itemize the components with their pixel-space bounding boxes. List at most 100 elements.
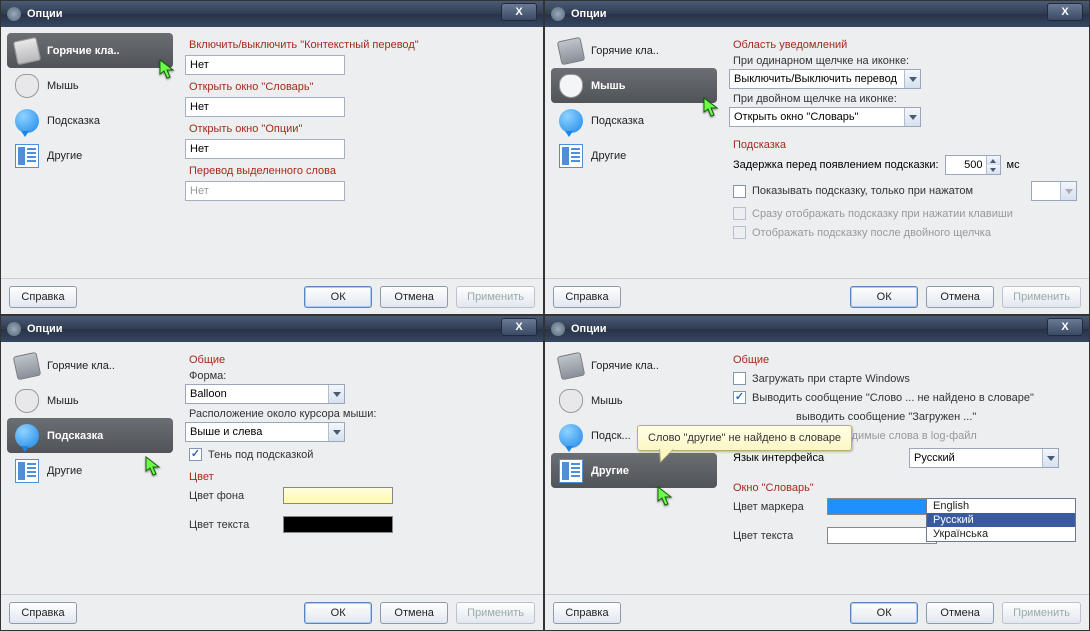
- sidebar-item-mouse[interactable]: Мышь: [7, 68, 173, 103]
- help-button[interactable]: Справка: [9, 602, 77, 624]
- sidebar-item-other[interactable]: Другие: [7, 138, 173, 173]
- checkbox-loaded-msg[interactable]: выводить сообщение "Загружен ...": [777, 410, 1077, 423]
- spin-down-icon[interactable]: [987, 165, 1000, 174]
- close-button[interactable]: X: [1047, 318, 1083, 336]
- section-color: Цвет: [189, 471, 531, 483]
- cancel-button[interactable]: Отмена: [926, 602, 994, 624]
- bgcolor-swatch[interactable]: [283, 487, 393, 504]
- cancel-button[interactable]: Отмена: [380, 286, 448, 308]
- footer: Справка ОК Отмена Применить: [545, 594, 1089, 630]
- marker-color-swatch[interactable]: [827, 498, 937, 515]
- help-button[interactable]: Справка: [553, 602, 621, 624]
- footer: Справка ОК Отмена Применить: [545, 278, 1089, 314]
- textcolor-swatch[interactable]: [283, 516, 393, 533]
- close-button[interactable]: X: [1047, 3, 1083, 21]
- help-button[interactable]: Справка: [553, 286, 621, 308]
- sidebar-item-hotkeys[interactable]: Горячие кла..: [551, 348, 717, 383]
- checkbox-immediate: Сразу отображать подсказку при нажатии к…: [733, 207, 1077, 220]
- label-single-click: При одинарном щелчке на иконке:: [733, 55, 1077, 67]
- book-icon: [13, 36, 41, 64]
- sidebar-item-tooltip[interactable]: Подсказка: [551, 103, 717, 138]
- titlebar[interactable]: Опции X: [545, 316, 1089, 342]
- label-text-color: Цвет текста: [733, 530, 821, 542]
- chevron-down-icon[interactable]: [904, 108, 920, 126]
- sidebar-item-hotkeys[interactable]: Горячие кла..: [7, 348, 173, 383]
- window-title: Опции: [27, 8, 63, 20]
- sidebar-item-tooltip[interactable]: Подсказка: [7, 103, 173, 138]
- checkbox-box: [733, 226, 746, 239]
- combo-single-click[interactable]: Выключить/Выключить перевод: [729, 69, 921, 89]
- window-title: Опции: [571, 323, 607, 335]
- book-icon: [13, 351, 41, 379]
- spinner-delay[interactable]: [945, 155, 1001, 175]
- bubble-icon: [559, 109, 583, 133]
- hotkey-dict-input[interactable]: Нет: [185, 97, 345, 117]
- ok-button[interactable]: ОК: [304, 602, 372, 624]
- section-general: Общие: [733, 354, 1077, 366]
- mouse-icon: [559, 389, 583, 413]
- checkbox-shadow[interactable]: Тень под подсказкой: [189, 448, 531, 461]
- sidebar-item-other[interactable]: Другие: [551, 453, 717, 488]
- text-color-swatch[interactable]: [827, 527, 937, 544]
- spinner-input[interactable]: [946, 159, 986, 171]
- checkbox-box[interactable]: [189, 448, 202, 461]
- label-double-click: При двойном щелчке на иконке:: [733, 93, 1077, 105]
- label-position: Расположение около курсора мыши:: [189, 408, 531, 420]
- titlebar[interactable]: Опции X: [545, 1, 1089, 27]
- combo-shape[interactable]: Balloon: [185, 384, 345, 404]
- app-icon: [7, 7, 21, 21]
- sidebar-item-other[interactable]: Другие: [7, 453, 173, 488]
- titlebar[interactable]: Опции X: [1, 316, 543, 342]
- chevron-down-icon[interactable]: [328, 423, 344, 441]
- label-shape: Форма:: [189, 370, 531, 382]
- chevron-down-icon[interactable]: [1042, 449, 1058, 467]
- ok-button[interactable]: ОК: [850, 602, 918, 624]
- combo-position[interactable]: Выше и слева: [185, 422, 345, 442]
- chevron-down-icon[interactable]: [904, 70, 920, 88]
- sidebar-item-hotkeys[interactable]: Горячие кла..: [551, 33, 717, 68]
- chevron-down-icon[interactable]: [328, 385, 344, 403]
- section-dict-window: Окно "Словарь": [733, 482, 1077, 494]
- window-other: Опции X Горячие кла.. Мышь Подск... Друг…: [544, 315, 1090, 631]
- lang-option-ua[interactable]: Українська: [927, 527, 1075, 541]
- ok-button[interactable]: ОК: [304, 286, 372, 308]
- checkbox-startup[interactable]: Загружать при старте Windows: [733, 372, 1077, 385]
- checkbox-box[interactable]: [733, 185, 746, 198]
- apply-button: Применить: [456, 286, 535, 308]
- bubble-icon: [15, 424, 39, 448]
- titlebar[interactable]: Опции X: [1, 1, 543, 27]
- help-button[interactable]: Справка: [9, 286, 77, 308]
- other-icon: [15, 144, 39, 168]
- label-bgcolor: Цвет фона: [189, 490, 277, 502]
- lang-option-en[interactable]: English: [927, 499, 1075, 513]
- window-hotkeys: Опции X Горячие кла.. Мышь Подсказка Дру…: [0, 0, 544, 315]
- hotkey-translate-input: Нет: [185, 181, 345, 201]
- checkbox-notfound-msg[interactable]: Выводить сообщение "Слово ... не найдено…: [733, 391, 1077, 404]
- hotkey-options-input[interactable]: Нет: [185, 139, 345, 159]
- content-pane: Общие Форма: Balloon Расположение около …: [179, 342, 543, 594]
- footer: Справка ОК Отмена Применить: [1, 278, 543, 314]
- sidebar-item-mouse[interactable]: Мышь: [7, 383, 173, 418]
- checkbox-show-on-press[interactable]: Показывать подсказку, только при нажатом: [733, 181, 1077, 201]
- close-button[interactable]: X: [501, 318, 537, 336]
- hotkey-context-input[interactable]: Нет: [185, 55, 345, 75]
- combo-language[interactable]: Русский: [909, 448, 1059, 468]
- lang-option-ru[interactable]: Русский: [927, 513, 1075, 527]
- language-dropdown[interactable]: English Русский Українська: [926, 498, 1076, 542]
- sidebar-item-mouse[interactable]: Мышь: [551, 383, 717, 418]
- section-notify-area: Область уведомлений: [733, 39, 1077, 51]
- combo-double-click[interactable]: Открыть окно "Словарь": [729, 107, 921, 127]
- chevron-down-icon: [1060, 182, 1076, 200]
- close-button[interactable]: X: [501, 3, 537, 21]
- ok-button[interactable]: ОК: [850, 286, 918, 308]
- sidebar-item-mouse[interactable]: Мышь: [551, 68, 717, 103]
- sidebar-item-hotkeys[interactable]: Горячие кла..: [7, 33, 173, 68]
- cancel-button[interactable]: Отмена: [380, 602, 448, 624]
- cancel-button[interactable]: Отмена: [926, 286, 994, 308]
- sidebar-item-tooltip[interactable]: Подсказка: [7, 418, 173, 453]
- label-marker-color: Цвет маркера: [733, 501, 821, 513]
- checkbox-box[interactable]: [733, 372, 746, 385]
- spin-up-icon[interactable]: [987, 156, 1000, 165]
- checkbox-box[interactable]: [733, 391, 746, 404]
- sidebar-item-other[interactable]: Другие: [551, 138, 717, 173]
